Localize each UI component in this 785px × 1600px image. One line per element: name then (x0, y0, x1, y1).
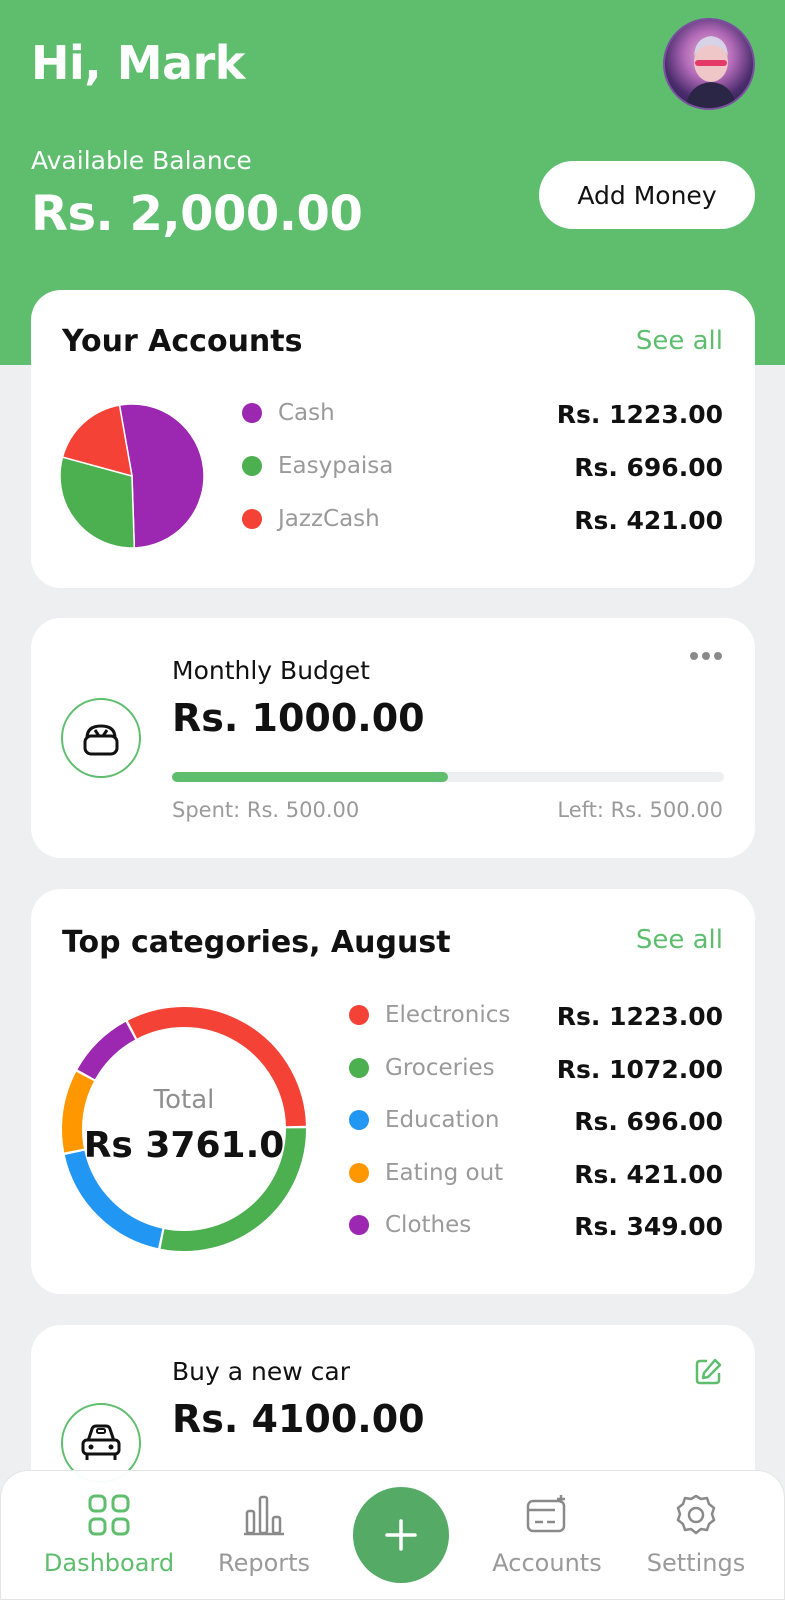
accounts-title: Your Accounts (62, 324, 303, 359)
legend-item-clothes: Clothes (349, 1212, 471, 1238)
bag-icon (61, 698, 141, 778)
add-money-button[interactable]: Add Money (539, 161, 755, 229)
donut-segment-clothes (77, 1021, 136, 1080)
budget-left: Left: Rs. 500.00 (557, 798, 723, 822)
category-amount-electronics: Rs. 1223.00 (556, 1002, 723, 1031)
nav-reports[interactable]: Reports (194, 1493, 334, 1577)
category-amount-groceries: Rs. 1072.00 (556, 1055, 723, 1084)
legend-label: Eating out (385, 1160, 504, 1186)
categories-see-all-link[interactable]: See all (636, 925, 723, 955)
budget-spent: Spent: Rs. 500.00 (172, 798, 360, 822)
plus-icon (385, 1519, 417, 1551)
gear-icon (676, 1494, 716, 1535)
category-amount-clothes: Rs. 349.00 (574, 1212, 723, 1241)
legend-label: Easypaisa (278, 453, 394, 479)
legend-item-jazzcash: JazzCash (242, 506, 380, 532)
legend-item-electronics: Electronics (349, 1002, 510, 1028)
nav-label: Settings (646, 1549, 746, 1577)
legend-dot (349, 1163, 369, 1183)
account-amount-easypaisa: Rs. 696.00 (574, 453, 723, 482)
legend-item-groceries: Groceries (349, 1055, 495, 1081)
legend-item-cash: Cash (242, 400, 335, 426)
edit-icon[interactable] (693, 1357, 723, 1391)
avatar-image (685, 36, 737, 108)
budget-title: Monthly Budget (172, 656, 370, 685)
legend-dot (349, 1215, 369, 1235)
legend-label: Electronics (385, 1002, 511, 1028)
legend-dot (349, 1110, 369, 1130)
accounts-pie-chart (59, 403, 205, 549)
bar-chart-icon (244, 1495, 284, 1536)
legend-dot (242, 403, 262, 423)
legend-label: JazzCash (278, 506, 380, 532)
grid-icon (88, 1494, 130, 1536)
legend-label: Clothes (385, 1212, 472, 1238)
legend-label: Groceries (385, 1055, 495, 1081)
budget-progress-bar (172, 772, 724, 782)
budget-card[interactable]: Monthly Budget Rs. 1000.00 Spent: Rs. 50… (31, 618, 755, 858)
wallet-icon (526, 1495, 566, 1533)
greeting: Hi, Mark (31, 36, 245, 90)
bottom-navigation: Dashboard Reports Accounts Settings (0, 1470, 785, 1600)
categories-card: Top categories, August See all Total Rs … (31, 889, 755, 1294)
goal-title: Buy a new car (172, 1357, 350, 1386)
donut-total-label: Total (153, 1085, 215, 1115)
add-transaction-button[interactable] (353, 1487, 449, 1583)
nav-dashboard[interactable]: Dashboard (39, 1493, 179, 1577)
categories-title: Top categories, August (62, 925, 451, 960)
accounts-see-all-link[interactable]: See all (636, 326, 723, 356)
nav-label: Reports (217, 1549, 311, 1577)
budget-progress-fill (172, 772, 448, 782)
legend-dot (242, 509, 262, 529)
legend-dot (349, 1005, 369, 1025)
more-options-icon[interactable] (689, 648, 723, 668)
nav-label: Accounts (492, 1549, 602, 1577)
legend-label: Education (385, 1107, 500, 1133)
legend-dot (349, 1058, 369, 1078)
avatar[interactable] (663, 18, 755, 110)
nav-accounts[interactable]: Accounts (477, 1493, 617, 1577)
legend-dot (242, 456, 262, 476)
legend-label: Cash (278, 400, 335, 426)
category-amount-education: Rs. 696.00 (574, 1107, 723, 1136)
goal-amount: Rs. 4100.00 (172, 1397, 425, 1441)
nav-settings[interactable]: Settings (626, 1493, 766, 1577)
balance-label: Available Balance (31, 146, 252, 175)
donut-total-value: Rs 3761.0 (83, 1125, 285, 1166)
category-amount-eating-out: Rs. 421.00 (574, 1160, 723, 1189)
budget-amount: Rs. 1000.00 (172, 696, 425, 740)
legend-item-education: Education (349, 1107, 500, 1133)
legend-item-eating-out: Eating out (349, 1160, 503, 1186)
nav-label: Dashboard (43, 1549, 175, 1577)
accounts-card: Your Accounts See all Cash Rs. 1223.00 E… (31, 290, 755, 588)
account-amount-jazzcash: Rs. 421.00 (574, 506, 723, 535)
legend-item-easypaisa: Easypaisa (242, 453, 393, 479)
account-amount-cash: Rs. 1223.00 (556, 400, 723, 429)
balance-value: Rs. 2,000.00 (31, 186, 363, 242)
